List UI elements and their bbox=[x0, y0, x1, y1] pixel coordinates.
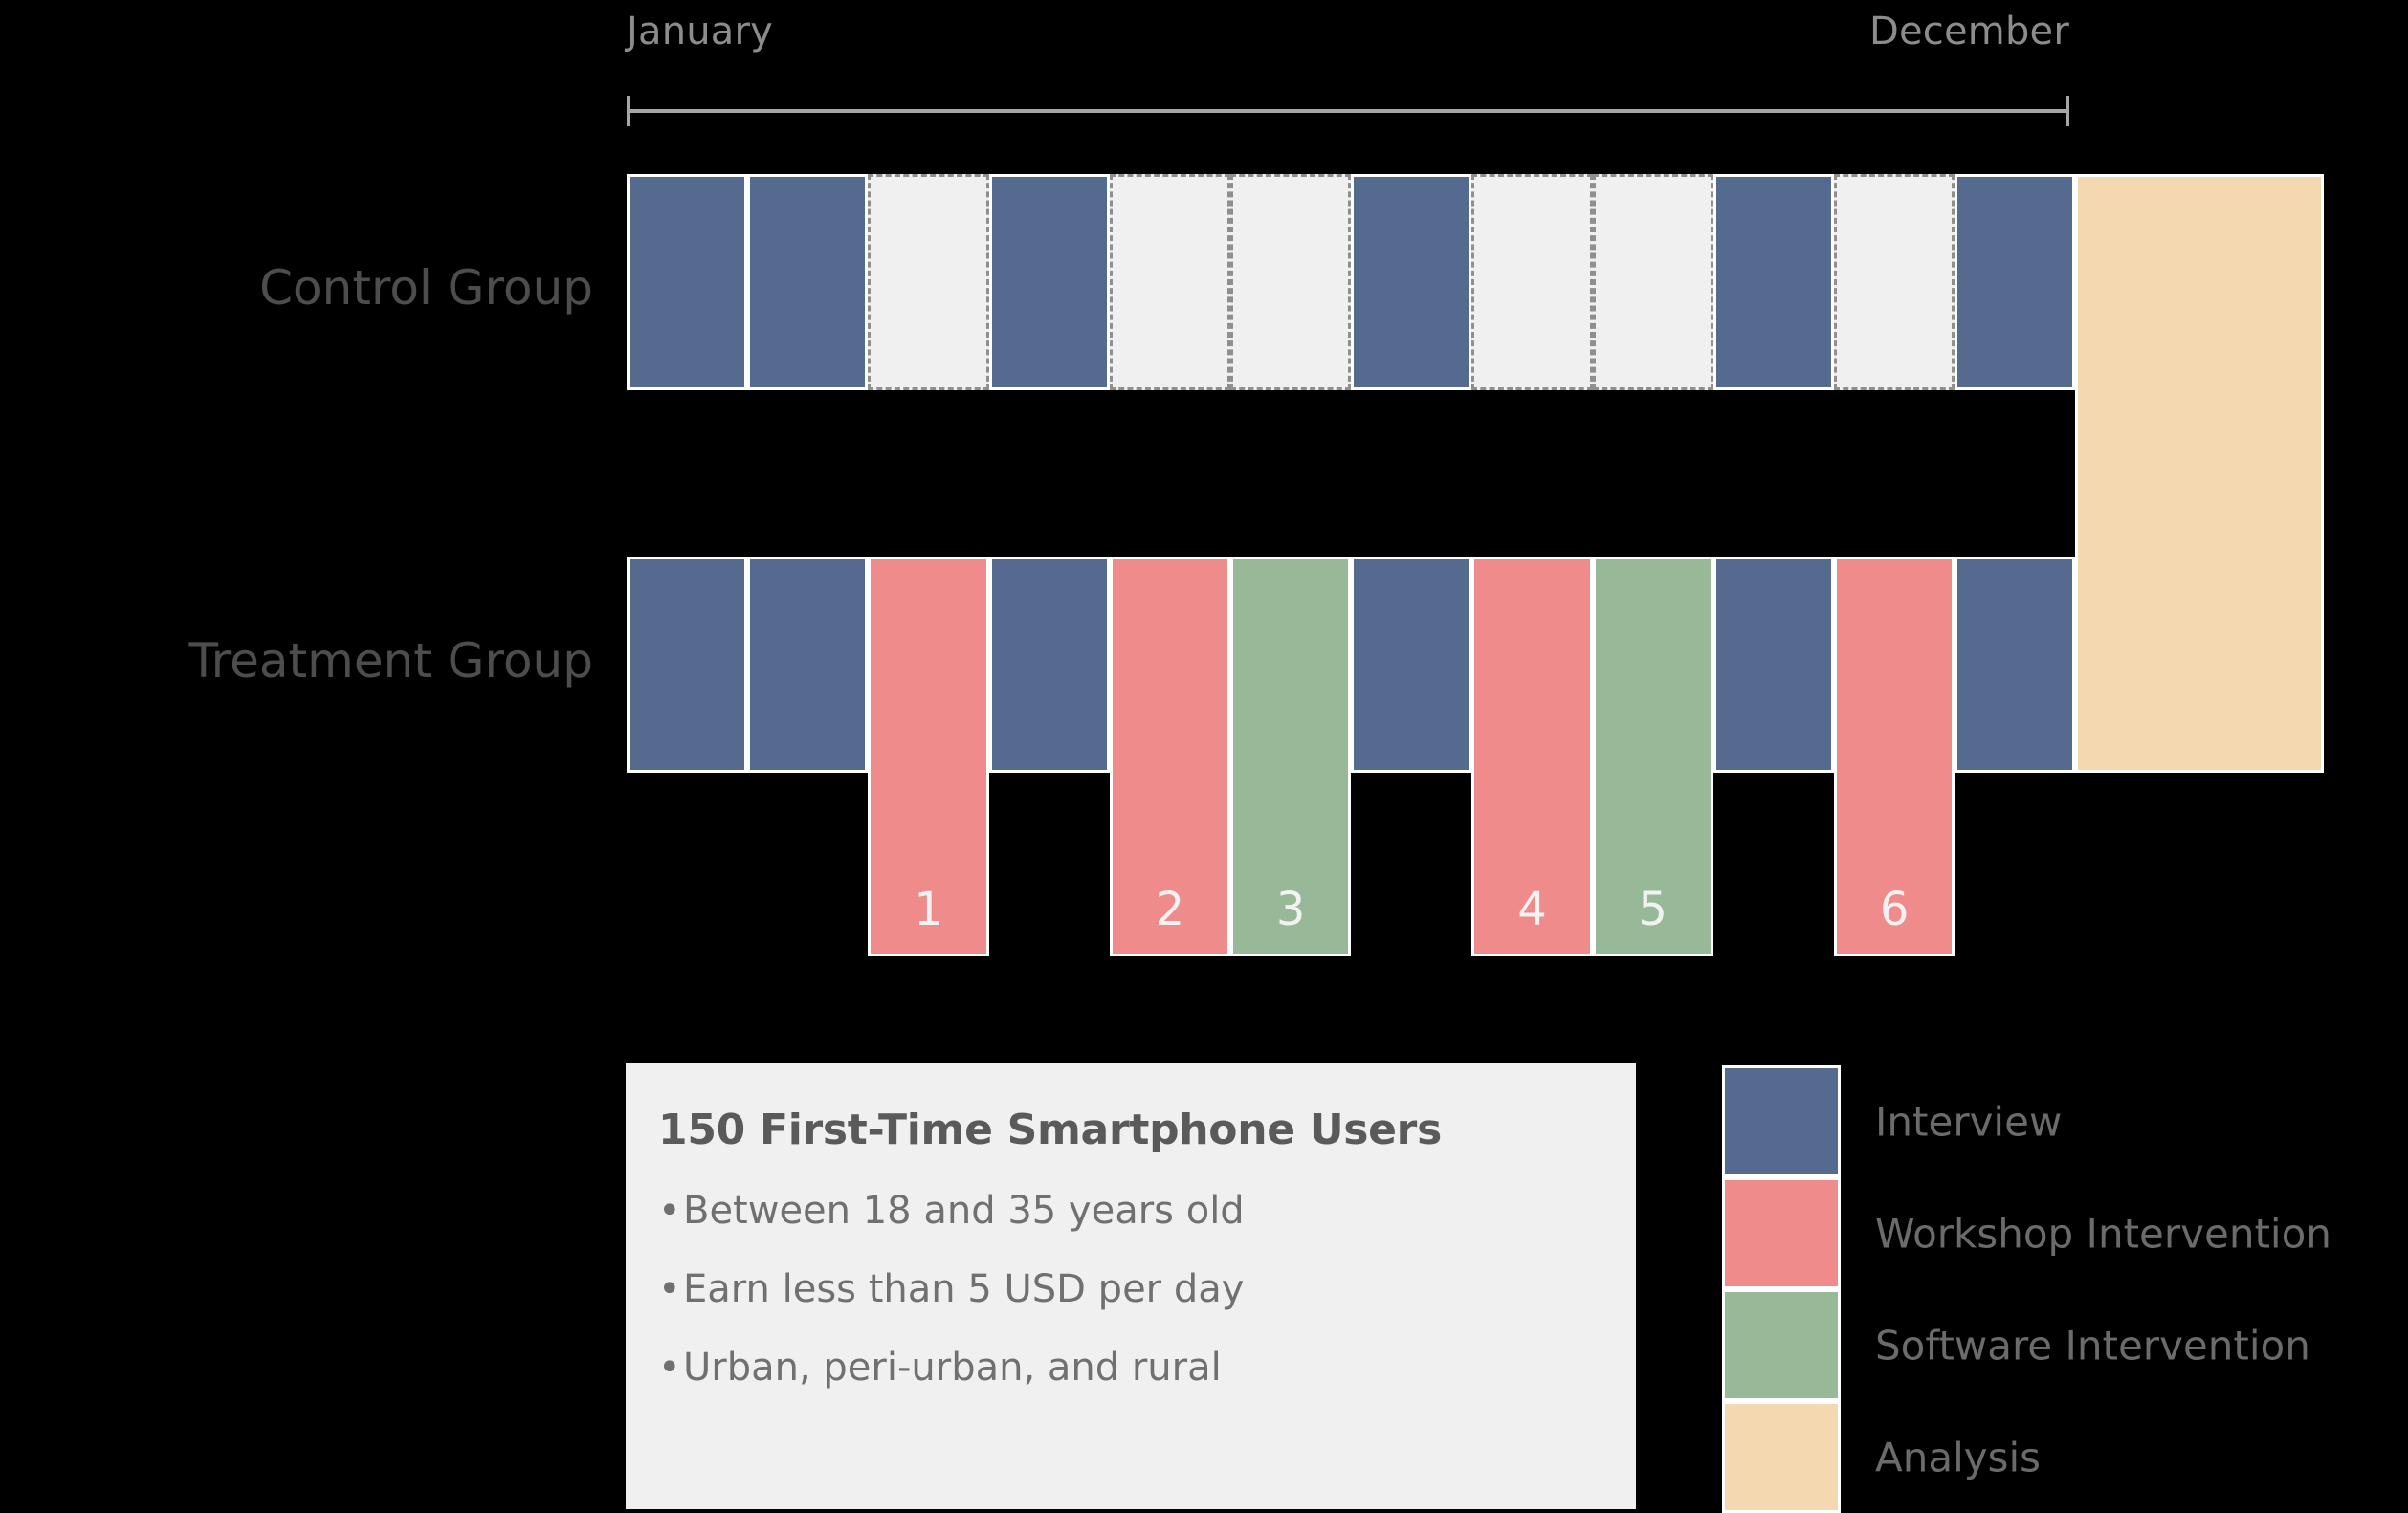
intervention-number-3: 3 bbox=[1275, 883, 1306, 936]
gantt-bar-control-month-7 bbox=[1351, 174, 1472, 390]
legend-swatch-icon bbox=[1722, 1401, 1841, 1513]
legend-label: Interview bbox=[1875, 1098, 2063, 1145]
row-label-treatment-group: Treatment Group bbox=[188, 633, 593, 689]
gantt-bar-treatment-month-7 bbox=[1351, 557, 1472, 773]
gantt-bar-treatment-month-1 bbox=[627, 557, 748, 773]
gantt-bar-control-month-2 bbox=[747, 174, 869, 390]
gantt-bar-treatment-month-5: 2 bbox=[1109, 557, 1230, 956]
timeline-end-label: December bbox=[1868, 10, 2069, 54]
gantt-bar-treatment-month-9: 5 bbox=[1592, 557, 1713, 956]
participants-info-box: 150 First-Time Smartphone Users Between … bbox=[626, 1063, 1636, 1509]
gantt-bar-treatment-month-3: 1 bbox=[868, 557, 989, 956]
gantt-bar-treatment-month-10 bbox=[1712, 557, 1834, 773]
timeline-end-tick bbox=[2066, 96, 2069, 126]
info-box-bullet: Urban, peri-urban, and rural bbox=[658, 1346, 1603, 1390]
timeline-start-label: January bbox=[627, 10, 774, 54]
gantt-bar-treatment-month-12 bbox=[1955, 557, 2076, 773]
legend-label: Software Intervention bbox=[1875, 1322, 2310, 1369]
gantt-bar-control-month-12 bbox=[1955, 174, 2076, 390]
legend-swatch-icon bbox=[1722, 1065, 1841, 1177]
intervention-number-5: 5 bbox=[1638, 883, 1668, 936]
gantt-bar-control-month-9 bbox=[1592, 174, 1713, 390]
timeline-start-tick bbox=[627, 96, 630, 126]
intervention-number-6: 6 bbox=[1879, 883, 1910, 936]
row-label-control-group: Control Group bbox=[259, 260, 593, 316]
gantt-bar-control-month-5 bbox=[1109, 174, 1230, 390]
gantt-bar-treatment-month-11: 6 bbox=[1834, 557, 1955, 956]
intervention-number-4: 4 bbox=[1517, 883, 1547, 936]
analysis-block bbox=[2075, 174, 2325, 773]
gantt-bar-treatment-month-8: 4 bbox=[1471, 557, 1593, 956]
legend-label: Workshop Intervention bbox=[1875, 1210, 2331, 1257]
gantt-bar-control-month-6 bbox=[1230, 174, 1352, 390]
gantt-bar-control-month-4 bbox=[988, 174, 1110, 390]
gantt-bar-treatment-month-6: 3 bbox=[1230, 557, 1352, 956]
gantt-bar-treatment-month-4 bbox=[988, 557, 1110, 773]
gantt-bar-control-month-1 bbox=[627, 174, 748, 390]
timeline-axis-line bbox=[627, 109, 2069, 113]
intervention-number-1: 1 bbox=[914, 883, 943, 936]
timeline-diagram: January December Control Group Treatment… bbox=[0, 0, 2408, 1513]
gantt-bar-control-month-10 bbox=[1712, 174, 1834, 390]
gantt-bar-control-month-8 bbox=[1471, 174, 1593, 390]
gantt-bar-control-month-3 bbox=[868, 174, 989, 390]
legend-swatch-icon bbox=[1722, 1177, 1841, 1289]
info-box-bullet: Between 18 and 35 years old bbox=[658, 1189, 1603, 1233]
info-box-title: 150 First-Time Smartphone Users bbox=[658, 1106, 1442, 1154]
info-box-bullet: Earn less than 5 USD per day bbox=[658, 1267, 1603, 1311]
legend-swatch-icon bbox=[1722, 1289, 1841, 1401]
info-box-bullet-list: Between 18 and 35 years old Earn less tha… bbox=[658, 1189, 1603, 1390]
gantt-bar-control-month-11 bbox=[1834, 174, 1955, 390]
gantt-bar-treatment-month-2 bbox=[747, 557, 869, 773]
legend-label: Analysis bbox=[1875, 1434, 2042, 1480]
intervention-number-2: 2 bbox=[1155, 883, 1185, 936]
